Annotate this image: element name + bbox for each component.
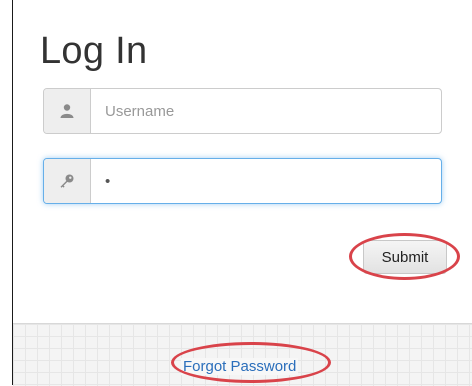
user-icon [44, 89, 91, 133]
forgot-password-link[interactable]: Forgot Password [181, 358, 299, 375]
page-title: Log In [40, 30, 148, 72]
key-icon [44, 159, 91, 203]
login-panel: Log In Submit Forgot Password [12, 0, 472, 386]
username-input[interactable] [91, 89, 441, 133]
password-input[interactable] [91, 159, 441, 203]
footer-bar [13, 323, 472, 386]
username-field[interactable] [43, 88, 442, 134]
submit-button[interactable]: Submit [363, 240, 447, 274]
password-field[interactable] [43, 158, 442, 204]
